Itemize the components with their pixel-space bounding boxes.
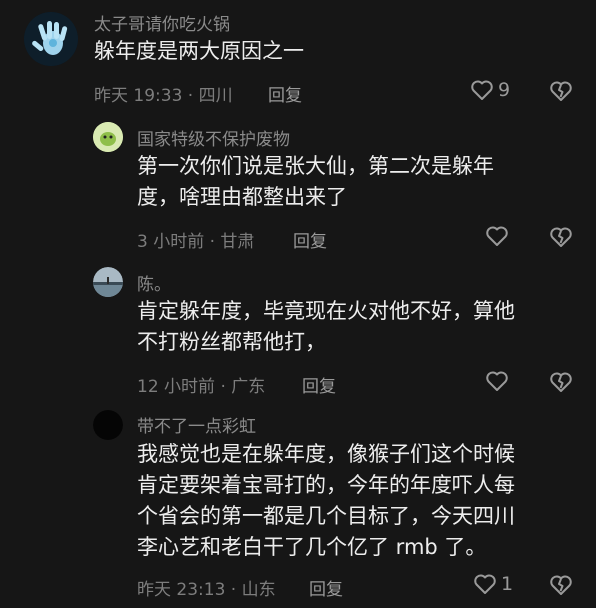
- heart-icon: [486, 226, 508, 246]
- green-cartoon-avatar: [93, 122, 123, 152]
- comment-3: 陈。 肯定躲年度，毕竟现在火对他不好，算他 不打粉丝都帮他打， 12 小时前 ·…: [0, 255, 596, 400]
- avatar[interactable]: [93, 410, 123, 440]
- broken-heart-icon: [550, 372, 572, 392]
- like-button[interactable]: [485, 370, 513, 392]
- username[interactable]: 太子哥请你吃火锅: [94, 10, 230, 35]
- broken-heart-icon: [550, 575, 572, 595]
- username[interactable]: 带不了一点彩虹: [137, 412, 256, 437]
- avatar[interactable]: [24, 12, 78, 66]
- like-count: 9: [498, 79, 511, 101]
- like-button[interactable]: 1: [473, 573, 513, 595]
- like-count: 1: [501, 573, 514, 595]
- broken-heart-icon: [550, 81, 572, 101]
- dislike-button[interactable]: [549, 226, 573, 248]
- reply-button[interactable]: 回复: [268, 81, 302, 106]
- comment-text: 肯定躲年度，毕竟现在火对他不好，算他 不打粉丝都帮他打，: [137, 299, 515, 354]
- username[interactable]: 陈。: [137, 270, 171, 295]
- heart-icon: [486, 371, 508, 391]
- timestamp-location: 昨天 19:33 · 四川: [94, 86, 233, 106]
- reply-button[interactable]: 回复: [302, 372, 336, 397]
- reply-button[interactable]: 回复: [309, 575, 343, 600]
- broken-heart-icon: [550, 227, 572, 247]
- comment-text: 第一次你们说是张大仙，第二次是躲年 度，啥理由都整出来了: [137, 154, 494, 209]
- avatar[interactable]: [93, 122, 123, 152]
- comment-text: 躲年度是两大原因之一: [94, 39, 304, 63]
- lake-photo-avatar: [93, 267, 123, 297]
- heart-icon: [474, 574, 496, 594]
- username[interactable]: 国家特级不保护废物: [137, 125, 290, 150]
- comment-text: 我感觉也是在躲年度，像猴子们这个时候 肯定要架着宝哥打的，今年的年度吓人每 个省…: [137, 442, 515, 559]
- timestamp-location: 3 小时前 · 甘肃: [137, 232, 255, 252]
- avatar[interactable]: [93, 267, 123, 297]
- comment-1: 太子哥请你吃火锅 躲年度是两大原因之一 昨天 19:33 · 四川 回复 9: [0, 0, 596, 110]
- like-button[interactable]: [485, 225, 513, 247]
- comment-4: 带不了一点彩虹 我感觉也是在躲年度，像猴子们这个时候 肯定要架着宝哥打的，今年的…: [0, 400, 596, 608]
- timestamp-location: 12 小时前 · 广东: [137, 377, 266, 397]
- like-button[interactable]: 9: [470, 79, 510, 101]
- reply-button[interactable]: 回复: [293, 227, 327, 252]
- blue-hand-avatar: [24, 12, 78, 66]
- dislike-button[interactable]: [549, 574, 573, 596]
- timestamp-location: 昨天 23:13 · 山东: [137, 580, 276, 600]
- comment-2: 国家特级不保护废物 第一次你们说是张大仙，第二次是躲年 度，啥理由都整出来了 3…: [0, 110, 596, 255]
- dislike-button[interactable]: [549, 80, 573, 102]
- heart-icon: [471, 80, 493, 100]
- dislike-button[interactable]: [549, 371, 573, 393]
- black-avatar: [93, 410, 123, 440]
